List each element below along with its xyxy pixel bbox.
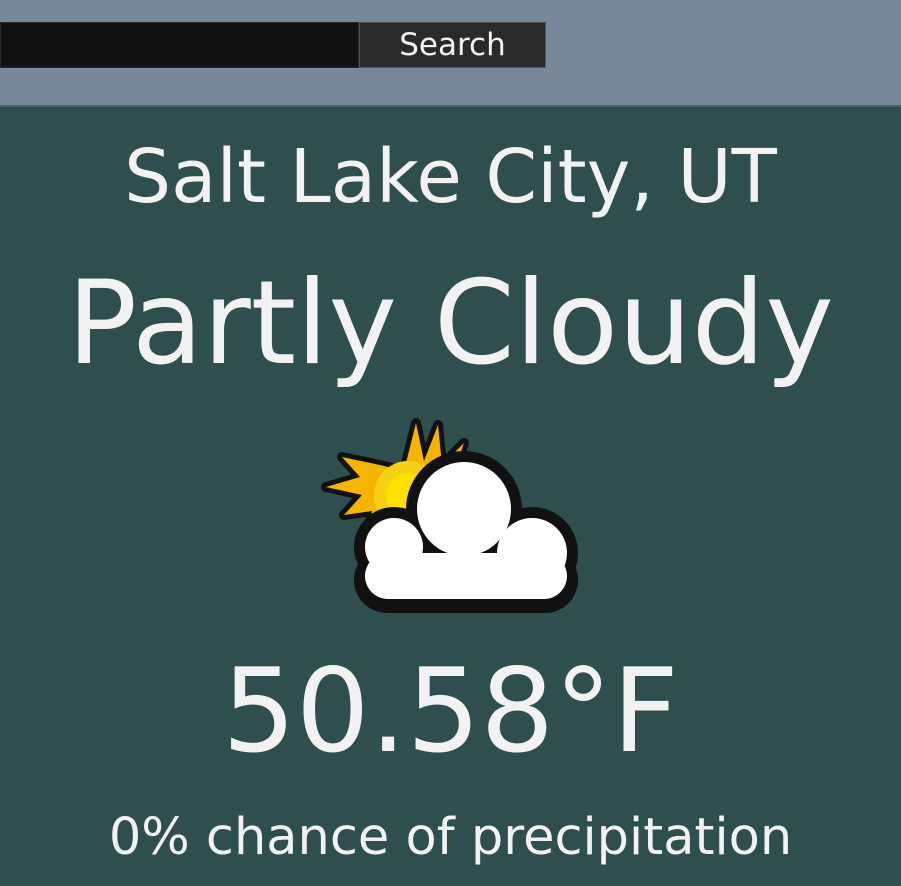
partly-cloudy-icon: [321, 418, 578, 613]
weather-panel: Salt Lake City, UT Partly Cloudy 50.58°F: [0, 107, 901, 886]
precipitation-chance: 0% chance of precipitation: [108, 808, 793, 867]
weather-condition: Partly Cloudy: [67, 256, 834, 391]
search-button[interactable]: Search: [359, 22, 546, 68]
search-input[interactable]: [0, 22, 359, 68]
location-title: Salt Lake City, UT: [124, 134, 777, 220]
top-bar: Search: [0, 0, 901, 107]
temperature-reading: 50.58°F: [222, 644, 679, 779]
